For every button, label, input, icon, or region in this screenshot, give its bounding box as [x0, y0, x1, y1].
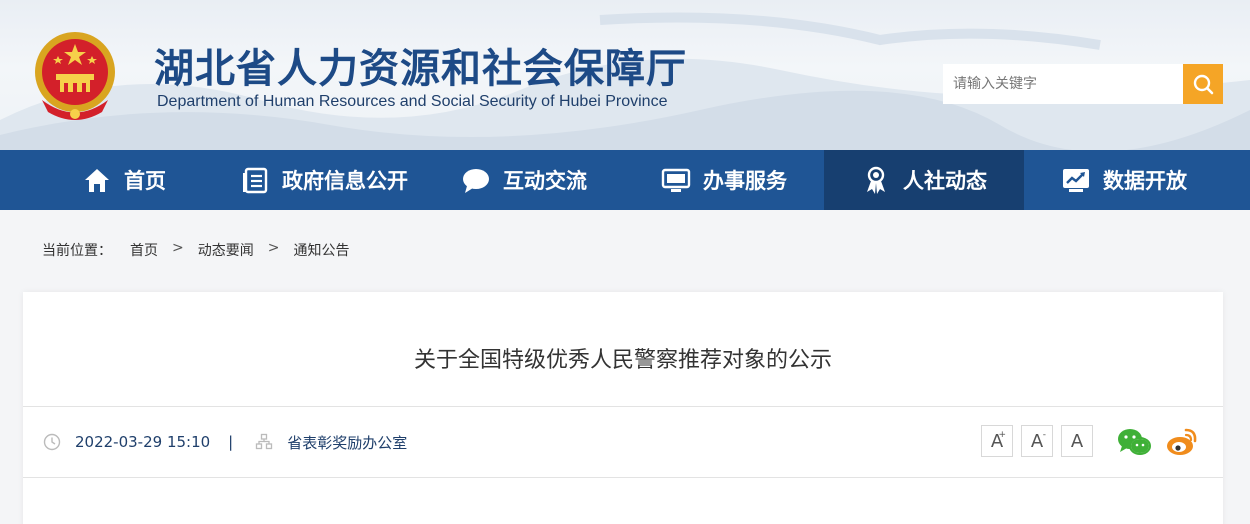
- article-title: 关于全国特级优秀人民警察推荐对象的公示: [413, 348, 832, 373]
- breadcrumb: 当前位置： 首页 > 动态要闻 > 通知公告: [42, 240, 349, 260]
- document-list-icon: [240, 165, 270, 195]
- font-reset-label: A: [1070, 430, 1084, 452]
- clock-icon: [43, 433, 61, 451]
- article-source: 省表彰奖励办公室: [287, 433, 408, 452]
- breadcrumb-separator: >: [172, 240, 184, 256]
- font-increase-mark: +: [998, 430, 1006, 440]
- nav-item-label: 政府信息公开: [282, 169, 408, 193]
- breadcrumb-item-home[interactable]: 首页: [130, 240, 158, 260]
- site-header: 湖北省人力资源和社会保障厅 Department of Human Resour…: [0, 0, 1250, 150]
- nav-item-home[interactable]: 首页: [24, 150, 224, 210]
- font-reset-button[interactable]: A: [1061, 425, 1093, 457]
- monitor-icon: [661, 165, 691, 195]
- wechat-icon[interactable]: [1117, 427, 1151, 457]
- article-card: 关于全国特级优秀人民警察推荐对象的公示 2022-03-29 15:10 | 省…: [23, 292, 1223, 524]
- nav-item-label: 互动交流: [503, 169, 587, 193]
- meta-separator: |: [228, 433, 234, 451]
- nav-item-gov-info[interactable]: 政府信息公开: [224, 150, 424, 210]
- breadcrumb-item-news[interactable]: 动态要闻: [198, 240, 254, 260]
- chart-screen-icon: [1061, 165, 1091, 195]
- award-person-icon: [861, 165, 891, 195]
- search-box: [943, 64, 1223, 104]
- breadcrumb-item-notices[interactable]: 通知公告: [293, 240, 349, 260]
- chat-bubble-icon: [461, 165, 491, 195]
- publish-datetime: 2022-03-29 15:10: [75, 433, 211, 451]
- site-subtitle: Department of Human Resources and Social…: [157, 93, 668, 110]
- breadcrumb-prefix: 当前位置：: [42, 243, 112, 259]
- font-decrease-label: A: [1030, 430, 1044, 452]
- font-decrease-button[interactable]: A-: [1021, 425, 1053, 457]
- nav-item-label: 办事服务: [703, 169, 787, 193]
- font-size-controls: A + A- A: [981, 425, 1093, 457]
- national-emblem-icon: [35, 32, 115, 120]
- nav-item-services[interactable]: 办事服务: [624, 150, 824, 210]
- nav-item-news[interactable]: 人社动态: [824, 150, 1024, 210]
- home-icon: [82, 165, 112, 195]
- main-nav: 首页 政府信息公开 互动交流 办事服务 人社动态 数据开放: [0, 150, 1250, 210]
- font-increase-button[interactable]: A +: [981, 425, 1013, 457]
- article-meta: 2022-03-29 15:10 | 省表彰奖励办公室: [43, 432, 407, 452]
- meta-divider: [23, 477, 1223, 478]
- site-title: 湖北省人力资源和社会保障厅: [154, 45, 687, 92]
- search-input[interactable]: [943, 64, 1183, 104]
- weibo-icon[interactable]: [1165, 427, 1199, 457]
- nav-item-open-data[interactable]: 数据开放: [1024, 150, 1224, 210]
- font-decrease-mark: -: [1042, 430, 1046, 440]
- nav-item-label: 数据开放: [1103, 169, 1187, 193]
- nav-item-label: 首页: [124, 169, 166, 193]
- nav-item-interaction[interactable]: 互动交流: [424, 150, 624, 210]
- share-buttons: [1117, 427, 1199, 457]
- nav-item-label: 人社动态: [903, 169, 987, 193]
- search-button[interactable]: [1183, 64, 1223, 104]
- search-icon: [1193, 74, 1214, 95]
- title-divider: [23, 406, 1223, 407]
- breadcrumb-separator: >: [267, 240, 280, 256]
- organization-icon: [255, 433, 273, 451]
